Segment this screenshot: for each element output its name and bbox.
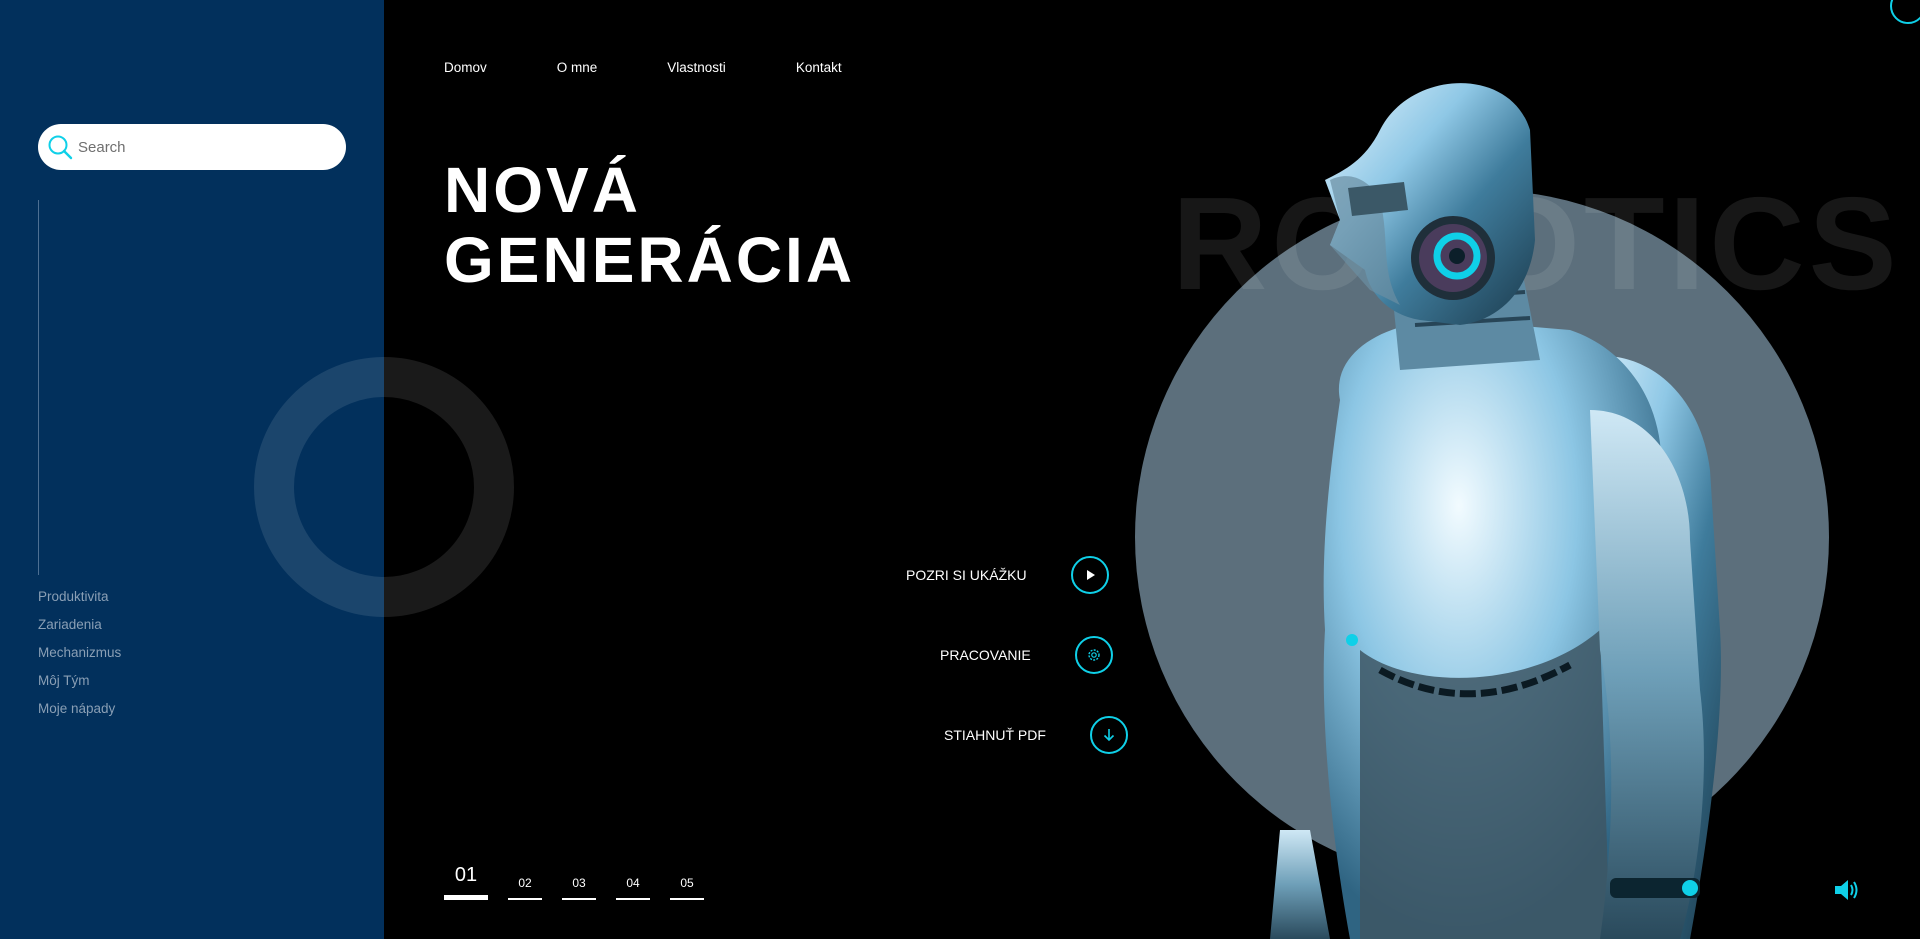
page-05-label: 05: [680, 876, 694, 890]
page-04-bar: [616, 898, 650, 900]
page-01-label: 01: [454, 864, 478, 886]
page-05[interactable]: 05: [670, 876, 704, 900]
page-03-label: 03: [572, 876, 586, 890]
sidebar-item-moje-napady[interactable]: Moje nápady: [38, 699, 121, 727]
page-02-label: 02: [518, 876, 532, 890]
search-icon[interactable]: [46, 133, 74, 161]
nav-o-mne[interactable]: O mne: [557, 60, 598, 75]
volume-icon[interactable]: [1832, 876, 1860, 904]
robot-image: [1270, 83, 1721, 939]
download-pdf-label: STIAHNUŤ PDF: [944, 727, 1046, 743]
hero-title-line2: GENERÁCIA: [444, 224, 856, 296]
working-label: PRACOVANIE: [940, 647, 1031, 663]
page-05-bar: [670, 898, 704, 900]
watch-demo-action[interactable]: POZRI SI UKÁŽKU: [906, 556, 1109, 594]
watch-demo-label: POZRI SI UKÁŽKU: [906, 567, 1027, 583]
nav-vlastnosti[interactable]: Vlastnosti: [667, 60, 726, 75]
hero-title-line1: NOVÁ: [444, 154, 641, 226]
page-03[interactable]: 03: [562, 876, 596, 900]
download-icon[interactable]: [1089, 716, 1128, 754]
slide-pagination: 01 02 03 04 05: [444, 864, 724, 900]
sidebar-divider: [38, 200, 39, 575]
download-pdf-action[interactable]: STIAHNUŤ PDF: [944, 716, 1128, 754]
sidebar-menu: Produktivita Zariadenia Mechanizmus Môj …: [38, 587, 121, 727]
working-action[interactable]: PRACOVANIE: [940, 636, 1113, 674]
gear-icon[interactable]: [1074, 636, 1113, 674]
sidebar-item-mechanizmus[interactable]: Mechanizmus: [38, 643, 121, 671]
nav-kontakt[interactable]: Kontakt: [796, 60, 842, 75]
nav-domov[interactable]: Domov: [444, 60, 487, 75]
search-box[interactable]: [38, 124, 346, 170]
play-icon[interactable]: [1070, 556, 1109, 594]
page-03-bar: [562, 898, 596, 900]
corner-menu-button[interactable]: [1890, 0, 1920, 24]
sidebar-item-zariadenia[interactable]: Zariadenia: [38, 615, 121, 643]
page-04-label: 04: [626, 876, 640, 890]
page-01-bar: [444, 895, 488, 900]
sidebar-item-produktivita[interactable]: Produktivita: [38, 587, 121, 615]
page-01[interactable]: 01: [444, 864, 488, 900]
page-04[interactable]: 04: [616, 876, 650, 900]
decorative-ring: [254, 357, 514, 617]
top-nav: Domov O mne Vlastnosti Kontakt: [444, 60, 912, 75]
sidebar-item-moj-tym[interactable]: Môj Tým: [38, 671, 121, 699]
search-input[interactable]: [78, 138, 318, 156]
page-02-bar: [508, 898, 542, 900]
page-02[interactable]: 02: [508, 876, 542, 900]
hero-title: NOVÁ GENERÁCIA: [444, 155, 855, 295]
